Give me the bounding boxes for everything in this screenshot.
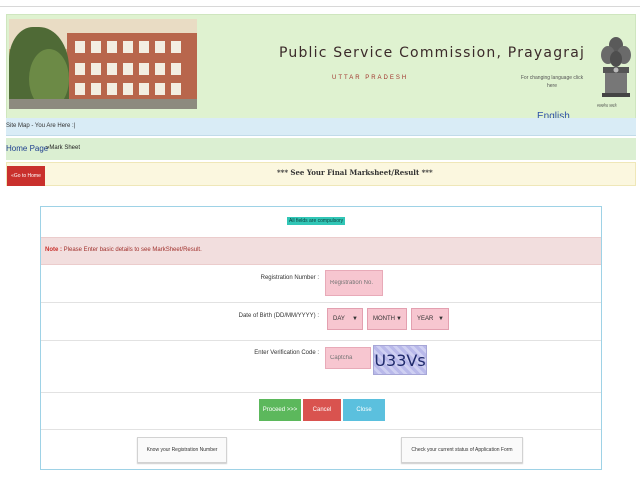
- dob-day-value: DAY: [333, 316, 345, 322]
- captcha-input[interactable]: [325, 347, 371, 369]
- dob-year-value: YEAR: [417, 316, 434, 322]
- breadcrumb: Home Page »Mark Sheet: [6, 138, 636, 160]
- proceed-button[interactable]: Proceed >>>: [259, 399, 301, 421]
- form-legend-row: All fields are compulsory: [41, 207, 601, 237]
- note-row: Note : Please Enter basic details to see…: [41, 237, 601, 265]
- marksheet-form-panel: All fields are compulsory Note : Please …: [40, 206, 602, 470]
- cancel-button[interactable]: Cancel: [303, 399, 341, 421]
- note-label: Note :: [45, 247, 62, 253]
- captcha-label: Enter Verification Code :: [254, 350, 319, 356]
- dob-month-select[interactable]: MONTH ▼: [367, 308, 407, 330]
- check-application-status-button[interactable]: Check your current status of Application…: [401, 437, 523, 463]
- note-text: Note : Please Enter basic details to see…: [45, 247, 202, 253]
- state-emblem-icon: [601, 37, 631, 97]
- captcha-image: U33Vs: [373, 345, 427, 375]
- dob-row: Date of Birth (DD/MM/YYYY) : DAY ▼ MONTH…: [41, 303, 601, 341]
- breadcrumb-home-link[interactable]: Home Page: [6, 144, 48, 153]
- registration-number-input[interactable]: [325, 270, 383, 296]
- close-button[interactable]: Close: [343, 399, 385, 421]
- dob-year-select[interactable]: YEAR ▼: [411, 308, 449, 330]
- breadcrumb-current: »Mark Sheet: [46, 145, 81, 151]
- captcha-row: Enter Verification Code :: [41, 341, 601, 381]
- spacer-row: [41, 381, 601, 393]
- go-home-button[interactable]: «Go to Home: [7, 166, 45, 186]
- top-divider: [0, 6, 640, 7]
- sitemap-bar: Site Map - You Are Here :|: [6, 118, 636, 136]
- chevron-down-icon: ▼: [438, 316, 444, 322]
- chevron-down-icon: ▼: [396, 316, 402, 322]
- note-message: Please Enter basic details to see MarkSh…: [62, 247, 202, 253]
- dob-label: Date of Birth (DD/MM/YYYY) :: [238, 313, 319, 319]
- sitemap-text: Site Map - You Are Here :|: [6, 123, 76, 129]
- site-subtitle: UTTAR PRADESH: [332, 75, 409, 81]
- form-legend: All fields are compulsory: [287, 217, 346, 225]
- dob-day-select[interactable]: DAY ▼: [327, 308, 363, 330]
- notice-bar: «Go to Home *** See Your Final Marksheet…: [6, 162, 636, 186]
- site-title: Public Service Commission, Prayagraj: [279, 45, 586, 61]
- notice-heading: *** See Your Final Marksheet/Result ***: [277, 168, 433, 177]
- site-header: Public Service Commission, Prayagraj UTT…: [6, 14, 636, 122]
- dob-month-value: MONTH: [373, 316, 395, 322]
- know-registration-button[interactable]: Know your Registration Number: [137, 437, 227, 463]
- registration-row: Registration Number :: [41, 265, 601, 303]
- language-note: For changing language click here: [520, 75, 584, 89]
- button-divider: [41, 429, 601, 430]
- emblem-caption: सत्यमेव जयते: [597, 103, 617, 108]
- building-photo: [9, 19, 197, 109]
- registration-label: Registration Number :: [260, 275, 319, 281]
- chevron-down-icon: ▼: [352, 316, 358, 322]
